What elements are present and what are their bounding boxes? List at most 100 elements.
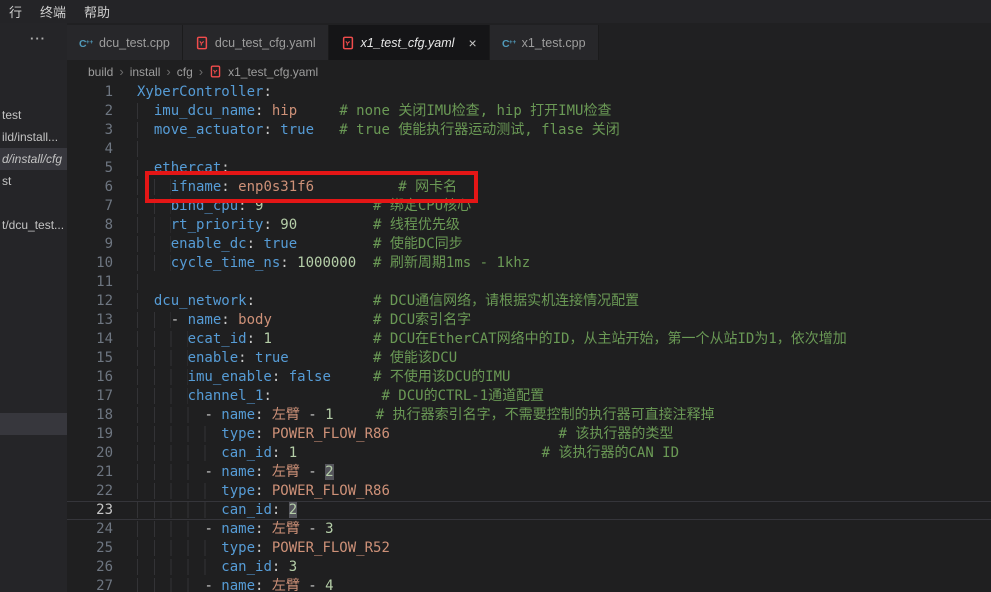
breadcrumb-segment[interactable]: cfg — [177, 65, 193, 79]
editor-tab[interactable]: dcu_test_cfg.yaml — [183, 25, 329, 60]
line-number[interactable]: 9 — [67, 235, 113, 254]
code-line[interactable]: 27 - name: 左臂 - 4 — [67, 577, 991, 592]
line-content: enable: true # 使能该DCU — [113, 349, 457, 368]
line-content: XyberController: — [113, 83, 272, 102]
line-content: - name: 左臂 - 4 — [113, 577, 334, 592]
editor-tab[interactable]: C++ x1_test.cpp — [490, 25, 599, 60]
line-number[interactable]: 7 — [67, 197, 113, 216]
line-number[interactable]: 18 — [67, 406, 113, 425]
code-line[interactable]: 25 type: POWER_FLOW_R52 — [67, 539, 991, 558]
code-line[interactable]: 17 channel_1: # DCU的CTRL-1通道配置 — [67, 387, 991, 406]
code-line[interactable]: 10 cycle_time_ns: 1000000 # 刷新周期1ms - 1k… — [67, 254, 991, 273]
code-line[interactable]: 13 - name: body # DCU索引名字 — [67, 311, 991, 330]
line-number[interactable]: 17 — [67, 387, 113, 406]
tab-label: x1_test.cpp — [522, 36, 586, 50]
line-number[interactable]: 22 — [67, 482, 113, 501]
code-line[interactable]: 19 type: POWER_FLOW_R86 # 该执行器的类型 — [67, 425, 991, 444]
sidebar-list-item[interactable]: d/install/cfg — [0, 148, 67, 170]
code-line[interactable]: 18 - name: 左臂 - 1 # 执行器索引名字，不需要控制的执行器可直接… — [67, 406, 991, 425]
line-number[interactable]: 19 — [67, 425, 113, 444]
line-content: ethercat: — [113, 159, 230, 178]
line-content: enable_dc: true # 使能DC同步 — [113, 235, 463, 254]
sidebar-list-item[interactable]: t/dcu_test... — [0, 214, 67, 236]
tab-label: dcu_test_cfg.yaml — [215, 36, 316, 50]
line-number[interactable]: 15 — [67, 349, 113, 368]
line-number[interactable]: 25 — [67, 539, 113, 558]
editor-tab[interactable]: x1_test_cfg.yaml× — [329, 25, 490, 60]
code-line[interactable]: 5 ethercat: — [67, 159, 991, 178]
code-line[interactable]: 21 - name: 左臂 - 2 — [67, 463, 991, 482]
sidebar-list-item[interactable]: test — [0, 104, 67, 126]
line-number[interactable]: 16 — [67, 368, 113, 387]
line-number[interactable]: 2 — [67, 102, 113, 121]
code-line[interactable]: 26 can_id: 3 — [67, 558, 991, 577]
line-number[interactable]: 6 — [67, 178, 113, 197]
code-line[interactable]: 4 — [67, 140, 991, 159]
code-editor[interactable]: 1XyberController:2 imu_dcu_name: hip # n… — [67, 83, 991, 592]
line-content: can_id: 2 — [113, 501, 297, 520]
code-line[interactable]: 3 move_actuator: true # true 使能执行器运动测试, … — [67, 121, 991, 140]
code-line[interactable]: 16 imu_enable: false # 不使用该DCU的IMU — [67, 368, 991, 387]
sidebar-list-item[interactable] — [0, 413, 67, 435]
line-number[interactable]: 3 — [67, 121, 113, 140]
line-number[interactable]: 23 — [67, 501, 113, 520]
line-number[interactable]: 12 — [67, 292, 113, 311]
line-number[interactable]: 1 — [67, 83, 113, 102]
svg-text:++: ++ — [86, 38, 93, 45]
code-line[interactable]: 15 enable: true # 使能该DCU — [67, 349, 991, 368]
tab-bar: C++ dcu_test.cpp dcu_test_cfg.yaml x1_test_… — [67, 23, 991, 60]
menu-item-0[interactable]: 行 — [0, 2, 31, 21]
line-content: - name: 左臂 - 3 — [113, 520, 334, 539]
line-number[interactable]: 27 — [67, 577, 113, 592]
line-number[interactable]: 24 — [67, 520, 113, 539]
code-line[interactable]: 20 can_id: 1 # 该执行器的CAN ID — [67, 444, 991, 463]
chevron-right-icon: › — [166, 64, 170, 79]
code-line[interactable]: 12 dcu_network: # DCU通信网络，请根据实机连接情况配置 — [67, 292, 991, 311]
line-number[interactable]: 5 — [67, 159, 113, 178]
code-line[interactable]: 11 — [67, 273, 991, 292]
line-number[interactable]: 8 — [67, 216, 113, 235]
breadcrumb-segment[interactable]: install — [130, 65, 161, 79]
code-line[interactable]: 8 rt_priority: 90 # 线程优先级 — [67, 216, 991, 235]
code-line[interactable]: 24 - name: 左臂 - 3 — [67, 520, 991, 539]
menu-item-2[interactable]: 帮助 — [75, 2, 119, 21]
yaml-file-icon — [209, 65, 222, 78]
code-line[interactable]: 9 enable_dc: true # 使能DC同步 — [67, 235, 991, 254]
chevron-right-icon: › — [119, 64, 123, 79]
sidebar-list-item[interactable]: st — [0, 170, 67, 192]
line-content: rt_priority: 90 # 线程优先级 — [113, 216, 460, 235]
code-line[interactable]: 22 type: POWER_FLOW_R86 — [67, 482, 991, 501]
code-line[interactable]: 14 ecat_id: 1 # DCU在EtherCAT网络中的ID，从主站开始… — [67, 330, 991, 349]
editor-tab[interactable]: C++ dcu_test.cpp — [67, 25, 183, 60]
cpp-file-icon: C++ — [79, 36, 93, 50]
code-line[interactable]: 23 can_id: 2 — [67, 501, 991, 520]
breadcrumb-segment[interactable]: build — [88, 65, 113, 79]
tab-label: dcu_test.cpp — [99, 36, 170, 50]
line-content: can_id: 3 — [113, 558, 297, 577]
line-number[interactable]: 10 — [67, 254, 113, 273]
line-number[interactable]: 21 — [67, 463, 113, 482]
menu-item-1[interactable]: 终端 — [31, 2, 75, 21]
line-number[interactable]: 20 — [67, 444, 113, 463]
yaml-file-icon — [341, 36, 355, 50]
code-line[interactable]: 1XyberController: — [67, 83, 991, 102]
breadcrumb-file[interactable]: x1_test_cfg.yaml — [228, 65, 318, 79]
line-number[interactable]: 26 — [67, 558, 113, 577]
line-number[interactable]: 13 — [67, 311, 113, 330]
line-number[interactable]: 4 — [67, 140, 113, 159]
cpp-file-icon: C++ — [502, 36, 516, 50]
code-line[interactable]: 6 ifname: enp0s31f6 # 网卡名 — [67, 178, 991, 197]
more-actions-ellipsis-icon[interactable]: ··· — [30, 31, 46, 46]
close-icon[interactable]: × — [468, 35, 476, 51]
line-number[interactable]: 11 — [67, 273, 113, 292]
line-content: channel_1: # DCU的CTRL-1通道配置 — [113, 387, 544, 406]
code-line[interactable]: 2 imu_dcu_name: hip # none 关闭IMU检查, hip … — [67, 102, 991, 121]
sidebar-list-item[interactable]: ild/install... — [0, 126, 67, 148]
side-panel: ··· testild/install...d/install/cfgst t/d… — [0, 23, 67, 592]
line-content: type: POWER_FLOW_R86 # 该执行器的类型 — [113, 425, 673, 444]
line-content: move_actuator: true # true 使能执行器运动测试, fl… — [113, 121, 620, 140]
code-line[interactable]: 7 bind_cpu: 9 # 绑定CPU核心 — [67, 197, 991, 216]
line-number[interactable]: 14 — [67, 330, 113, 349]
line-content — [113, 140, 154, 159]
vscode-window: 行终端帮助 ··· testild/install...d/install/cf… — [0, 0, 991, 592]
